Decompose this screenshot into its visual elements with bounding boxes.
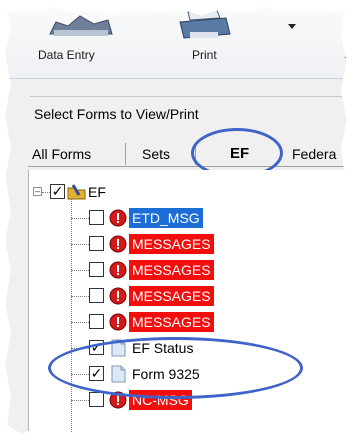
tree-connector [71, 400, 89, 401]
alert-icon [109, 261, 127, 279]
tree-connector [71, 270, 89, 271]
screenshot-sheet: Data Entry Print S Select Forms to View/… [5, 6, 347, 437]
print-button[interactable]: Print [192, 48, 217, 62]
tree-item-label[interactable]: MESSAGES [129, 260, 214, 280]
form-checkbox[interactable] [89, 262, 104, 277]
tree-item-label[interactable]: MESSAGES [129, 286, 214, 306]
form-checkbox[interactable] [89, 236, 104, 251]
tab-all-forms[interactable]: All Forms [32, 143, 126, 165]
collapse-toggle[interactable]: – [33, 187, 42, 196]
tree-connector [71, 322, 89, 323]
alert-icon [109, 313, 127, 331]
tree-item-label[interactable]: MESSAGES [129, 312, 214, 332]
panel-separator [30, 96, 347, 97]
alert-icon [109, 235, 127, 253]
tree-item-label[interactable]: MESSAGES [129, 234, 214, 254]
printer-icon[interactable] [176, 7, 232, 49]
alert-icon [109, 287, 127, 305]
form-checkbox[interactable] [89, 392, 104, 407]
tree-connector [71, 218, 89, 219]
form-checkbox[interactable] [89, 288, 104, 303]
tree-connector [42, 192, 50, 193]
tab-federal[interactable]: Federa [292, 143, 336, 165]
folder-icon [67, 183, 86, 201]
tree-connector [71, 296, 89, 297]
data-entry-icon[interactable] [46, 8, 116, 47]
forms-tree: – ✓ EF ETD_MSG MESSAGES MESSAGES MESSAGE… [28, 170, 347, 437]
form-checkbox[interactable] [89, 314, 104, 329]
form-checkbox[interactable] [89, 210, 104, 225]
panel-title: Select Forms to View/Print [34, 106, 199, 122]
tree-root-label[interactable]: EF [85, 182, 109, 202]
tree-connector [71, 244, 89, 245]
ribbon-toolbar: Data Entry Print S [5, 6, 347, 79]
dropdown-arrow-icon[interactable] [287, 18, 297, 36]
root-checkbox[interactable]: ✓ [50, 184, 65, 199]
annotation-circle [48, 337, 303, 399]
tab-sets[interactable]: Sets [142, 143, 196, 165]
tree-item-label[interactable]: ETD_MSG [129, 208, 203, 228]
ribbon-item-s[interactable]: S [344, 48, 346, 62]
data-entry-button[interactable]: Data Entry [38, 48, 95, 62]
alert-icon [109, 209, 127, 227]
